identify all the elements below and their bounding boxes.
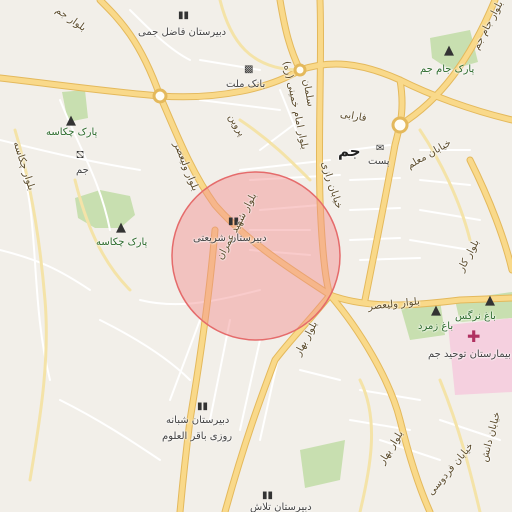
tree-icon: ▲ <box>116 220 126 235</box>
tree-icon: ▲ <box>431 303 441 318</box>
school-label[interactable]: دبیرستان فاضل جمی <box>138 26 226 39</box>
school-label[interactable]: دبیرستان شبانه <box>166 414 229 427</box>
park-label[interactable]: پارک چکاسه <box>46 126 97 139</box>
park-area <box>300 440 345 488</box>
school-icon: ▮▮ <box>197 401 209 412</box>
park-label[interactable]: باغ زمرد <box>418 320 453 333</box>
park-label[interactable]: باغ نرگس <box>455 310 496 323</box>
map-canvas[interactable]: ▮▮ ▩ ▲ ▲ ⛞ ▲ ▮▮ ✉ ▲ ▲ ✚ ▮▮ ▮▮ دبیرستان ف… <box>0 0 512 512</box>
tree-icon: ▲ <box>444 43 454 58</box>
bank-label[interactable]: بانک ملت <box>226 78 265 91</box>
park-label[interactable]: پارک چکاسه <box>96 236 147 249</box>
bank-icon: ▩ <box>244 64 254 75</box>
city-label[interactable]: جم <box>338 144 361 159</box>
mail-icon: ✉ <box>376 143 385 154</box>
school-label[interactable]: دبیرستان تلاش <box>250 501 312 512</box>
fuel-label[interactable]: جم <box>76 164 89 177</box>
school-label[interactable]: روزی باقر العلوم <box>162 430 232 443</box>
map-base <box>0 0 512 512</box>
hospital-icon: ✚ <box>467 327 481 346</box>
post-label[interactable]: پست <box>368 155 390 168</box>
park-label[interactable]: پارک جام جم <box>420 63 474 76</box>
tree-icon: ▲ <box>485 293 495 308</box>
hospital-label[interactable]: بیمارستان توحید جم <box>428 348 511 361</box>
fuel-icon: ⛞ <box>76 150 85 161</box>
school-icon: ▮▮ <box>178 10 190 21</box>
